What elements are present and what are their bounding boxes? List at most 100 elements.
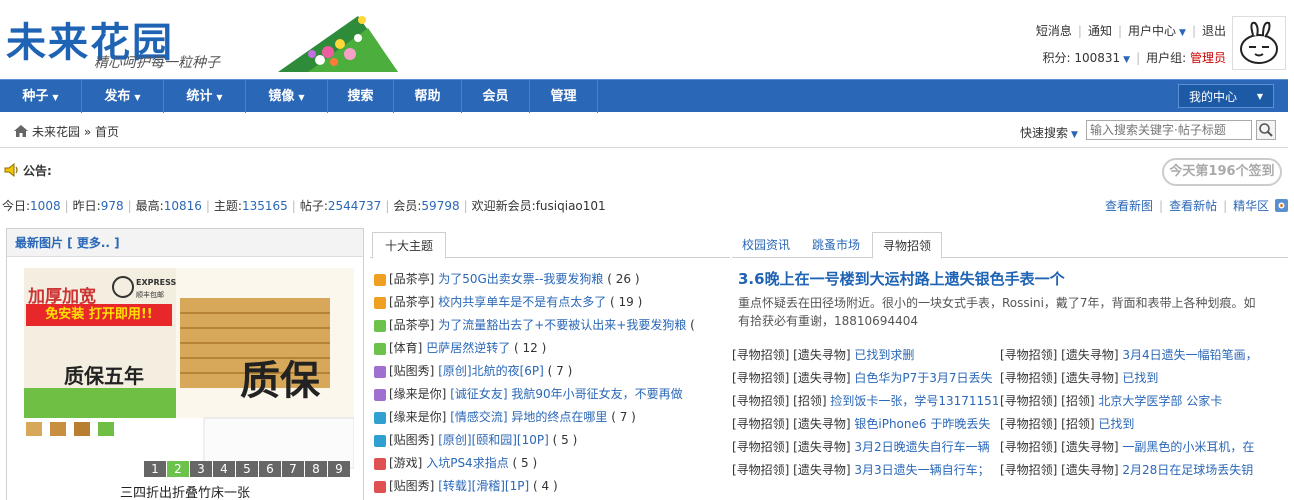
breadcrumb-home[interactable]: 未来花园 [32, 125, 80, 139]
lost-tag[interactable]: [寻物招领] [遗失寻物] [1000, 463, 1119, 477]
lost-tag[interactable]: [寻物招领] [遗失寻物] [732, 463, 851, 477]
chevron-down-icon: ▼ [298, 93, 305, 102]
lost-title-link[interactable]: 已找到 [1122, 371, 1158, 385]
site-logo[interactable]: 未来花园 精心呵护每一粒种子 [6, 6, 398, 72]
topic-title-link[interactable]: [情感交流] 异地的终点在哪里 [450, 410, 607, 424]
topic-forum[interactable]: [体育] [389, 341, 422, 355]
topic-title-link[interactable]: [原创][颐和园][10P] [438, 433, 549, 447]
view-new-images-link[interactable]: 查看新图 [1105, 199, 1153, 213]
lost-title-link[interactable]: 3月2日晚遗失自行车一辆 [854, 440, 989, 454]
topic-forum[interactable]: [品茶亭] [389, 295, 434, 309]
lost-tag[interactable]: [寻物招领] [遗失寻物] [1000, 348, 1119, 362]
view-new-posts-link[interactable]: 查看新帖 [1169, 199, 1217, 213]
user-info: 积分: 100831 ▼ | 用户组: 管理员 [1042, 49, 1226, 66]
pager-page[interactable]: 5 [236, 461, 258, 477]
pager-page[interactable]: 1 [144, 461, 166, 477]
lost-title-link[interactable]: 3月3日遗失一辆自行车； [854, 463, 989, 477]
lost-title-link[interactable]: 北京大学医学部 公家卡 [1098, 394, 1222, 408]
pager-page[interactable]: 6 [259, 461, 281, 477]
nav-stats[interactable]: 统计 ▼ [164, 80, 246, 113]
lost-title-link[interactable]: 捡到饭卡一张，学号13171151 [830, 394, 998, 408]
lost-tag[interactable]: [寻物招领] [遗失寻物] [732, 371, 851, 385]
tab-top-topics[interactable]: 十大主题 [372, 232, 447, 259]
topic-forum[interactable]: [缘来是你] [389, 410, 446, 424]
nav-help[interactable]: 帮助 [394, 80, 462, 113]
tab-lost-found[interactable]: 寻物招领 [872, 232, 943, 259]
topic-title-link[interactable]: 为了50G出卖女票--我要发狗粮 [438, 272, 603, 286]
topic-title-link[interactable]: [诚征女友] 我航90年小哥征女友，不要再做 [450, 387, 682, 401]
nav-search[interactable]: 搜索 [328, 80, 394, 113]
logout-link[interactable]: 退出 [1202, 24, 1226, 38]
list-item: [游戏] 入坑PS4求指点 ( 5 ) [374, 452, 730, 475]
user-center-link[interactable]: 用户中心 [1128, 24, 1176, 38]
image-caption[interactable]: 三四折出折叠竹床一张 [120, 482, 250, 500]
lost-tag[interactable]: [寻物招领] [招领] [1000, 417, 1095, 431]
topic-forum[interactable]: [缘来是你] [389, 387, 446, 401]
lost-title-link[interactable]: 2月28日在足球场丢失钥 [1122, 463, 1253, 477]
topic-forum[interactable]: [品茶亭] [389, 272, 434, 286]
topic-title-link[interactable]: 为了流量豁出去了+不要被认出来+我要发狗粮 [438, 318, 686, 332]
points-label[interactable]: 积分: 100831 [1042, 51, 1120, 65]
search-button[interactable] [1256, 120, 1276, 140]
quick-search-dropdown[interactable]: 快速搜索 ▼ [1020, 124, 1078, 141]
table-row: [寻物招领] [遗失寻物] 白色华为P7于3月7日丢失 [寻物招领] [遗失寻物]… [732, 367, 1288, 390]
topic-forum[interactable]: [贴图秀] [389, 479, 434, 493]
headline-link[interactable]: 3.6晚上在一号楼到大运村路上遗失银色手表一个 [738, 268, 1065, 289]
my-center-dropdown[interactable]: 我的中心 ▼ [1178, 84, 1274, 108]
topic-title-link[interactable]: 入坑PS4求指点 [426, 456, 509, 470]
nav-publish[interactable]: 发布 ▼ [82, 80, 164, 113]
home-icon[interactable] [14, 125, 28, 137]
rss-icon[interactable] [1275, 199, 1288, 212]
nav-mirror[interactable]: 镜像 ▼ [246, 80, 328, 113]
topic-forum[interactable]: [贴图秀] [389, 433, 434, 447]
latest-images-title[interactable]: 最新图片 [ 更多.. ] [7, 229, 363, 257]
pager-page[interactable]: 8 [305, 461, 327, 477]
lost-tag[interactable]: [寻物招领] [招领] [732, 394, 827, 408]
messages-link[interactable]: 短消息 [1036, 24, 1072, 38]
search-input[interactable] [1086, 120, 1252, 140]
lost-title-link[interactable]: 银色iPhone6 于昨晚丢失 [854, 417, 990, 431]
nav-admin[interactable]: 管理 [530, 80, 598, 113]
lost-tag[interactable]: [寻物招领] [遗失寻物] [1000, 440, 1119, 454]
pager-page-active[interactable]: 2 [167, 461, 189, 477]
list-item: [寻物招领] [招领] 北京大学医学部 公家卡 [1000, 390, 1266, 413]
separator: | [463, 199, 468, 213]
tab-flea-market[interactable]: 跳蚤市场 [802, 232, 870, 259]
notifications-link[interactable]: 通知 [1088, 24, 1112, 38]
avatar[interactable] [1232, 16, 1286, 70]
pager-page[interactable]: 7 [282, 461, 304, 477]
topic-title-link[interactable]: [原创]北航的夜[6P] [438, 364, 544, 378]
lost-title-link[interactable]: 已找到求删 [854, 348, 914, 362]
list-item: [缘来是你] [诚征女友] 我航90年小哥征女友，不要再做 [374, 383, 730, 406]
topic-title-link[interactable]: 校内共享单车是不是有点太多了 [438, 295, 606, 309]
stat-label: 帖子: [299, 199, 328, 213]
nav-label: 帮助 [414, 89, 441, 104]
lost-title-link[interactable]: 白色华为P7于3月7日丢失 [854, 371, 992, 385]
topic-forum[interactable]: [品茶亭] [389, 318, 434, 332]
nav-seeds[interactable]: 种子 ▼ [0, 80, 82, 113]
featured-image[interactable]: 加厚加宽 EXPRESS 顺丰包邮 免安装 打开即用!! 质保五年 质保 [24, 268, 354, 476]
topic-title-link[interactable]: [转载][滑稽][1P] [438, 479, 529, 493]
list-item: [寻物招领] [遗失寻物] 3月4日遗失一幅铅笔画， [1000, 344, 1266, 367]
new-member-link[interactable]: 欢迎新会员:fusiqiao101 [472, 199, 606, 213]
topic-forum[interactable]: [游戏] [389, 456, 422, 470]
digest-link[interactable]: 精华区 [1233, 199, 1269, 213]
pager-page[interactable]: 3 [190, 461, 212, 477]
lost-title-link[interactable]: 一副黑色的小米耳机，在 [1122, 440, 1254, 454]
lost-tag[interactable]: [寻物招领] [遗失寻物] [732, 440, 851, 454]
pager-page[interactable]: 4 [213, 461, 235, 477]
pager-page[interactable]: 9 [328, 461, 350, 477]
lost-tag[interactable]: [寻物招领] [遗失寻物] [1000, 371, 1119, 385]
lost-title-link[interactable]: 已找到 [1098, 417, 1134, 431]
nav-members[interactable]: 会员 [462, 80, 530, 113]
separator: | [1191, 24, 1196, 38]
lost-tag[interactable]: [寻物招领] [招领] [1000, 394, 1095, 408]
sign-in-button[interactable]: 今天第196个签到 [1162, 158, 1282, 186]
lost-tag[interactable]: [寻物招领] [遗失寻物] [732, 417, 851, 431]
lost-tag[interactable]: [寻物招领] [遗失寻物] [732, 348, 851, 362]
topic-title-link[interactable]: 巴萨居然逆转了 [426, 341, 510, 355]
lost-title-link[interactable]: 3月4日遗失一幅铅笔画， [1122, 348, 1257, 362]
topic-forum[interactable]: [贴图秀] [389, 364, 434, 378]
nav-label: 发布 [104, 89, 131, 104]
tab-campus-news[interactable]: 校园资讯 [732, 232, 800, 259]
